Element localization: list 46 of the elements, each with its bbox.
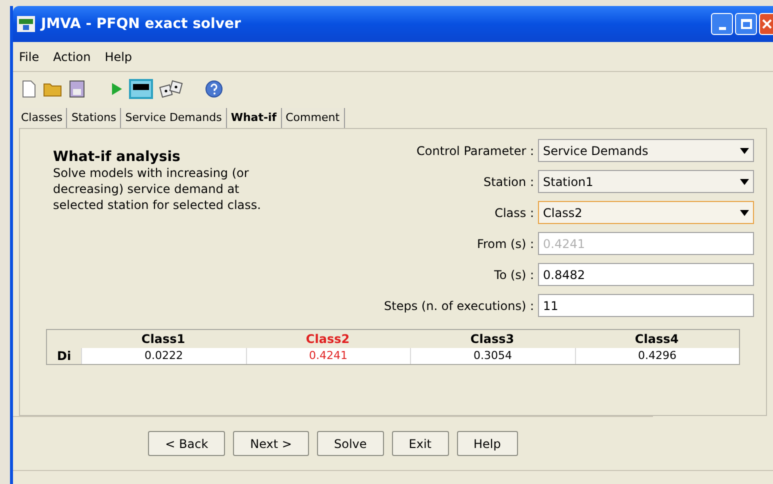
help-icon[interactable] (205, 80, 223, 98)
folder-icon[interactable] (43, 81, 63, 97)
dice-icon[interactable] (159, 80, 183, 98)
close-icon (762, 19, 772, 29)
sim-icon[interactable] (129, 79, 153, 99)
section-description: Solve models with increasing (or decreasing) service demand at selected station for selected class. (53, 165, 262, 213)
column-header: Class4 (634, 331, 680, 348)
field-label: To (s) : (494, 266, 534, 284)
dialog-button[interactable]: Help (456, 431, 518, 456)
field-label: Control Parameter : (416, 142, 534, 160)
field-label: Steps (n. of executions) : (384, 298, 534, 314)
table-cell: 0.4241 (246, 348, 410, 364)
section-heading: What-if analysis (53, 149, 182, 165)
field-label: Class : (494, 204, 534, 222)
dropdown[interactable]: Class2 (538, 201, 754, 224)
dropdown[interactable]: Service Demands (538, 139, 754, 162)
dropdown-arrow-icon (740, 148, 749, 154)
table-cell: 0.4296 (574, 348, 739, 364)
tab[interactable]: Comment (282, 108, 345, 128)
minimize-button[interactable] (711, 13, 733, 35)
menu-item[interactable]: Help (104, 48, 132, 66)
column-header: Class2 (304, 331, 351, 348)
dialog-button[interactable]: Solve (316, 431, 384, 456)
menu-item[interactable]: File (19, 48, 40, 66)
close-button[interactable] (759, 13, 773, 35)
table-cell: 0.0222 (81, 348, 246, 364)
dropdown-arrow-icon (740, 178, 749, 184)
new-document-icon[interactable] (21, 80, 37, 98)
menu-item[interactable]: Action (53, 48, 91, 66)
play-icon[interactable] (111, 82, 123, 96)
app-logo-icon (17, 16, 35, 32)
field-label: From (s) : (476, 236, 534, 252)
field-label: Station : (483, 174, 534, 190)
dialog-button[interactable]: Exit (392, 431, 448, 456)
column-header: Class1 (140, 331, 186, 348)
input-field[interactable]: 0.8482 (538, 263, 754, 286)
window-title: JMVA - PFQN exact solver (41, 14, 241, 34)
row-header: Di (56, 348, 72, 364)
dialog-button[interactable]: < Back (148, 431, 226, 456)
dropdown[interactable]: Station1 (538, 170, 754, 193)
dropdown-arrow-icon (740, 210, 749, 216)
input-field[interactable]: 11 (538, 294, 754, 317)
maximize-button[interactable] (735, 13, 757, 35)
column-header: Class3 (469, 331, 516, 348)
table-cell: 0.3054 (410, 348, 574, 364)
dialog-button[interactable]: Next > (233, 431, 309, 456)
